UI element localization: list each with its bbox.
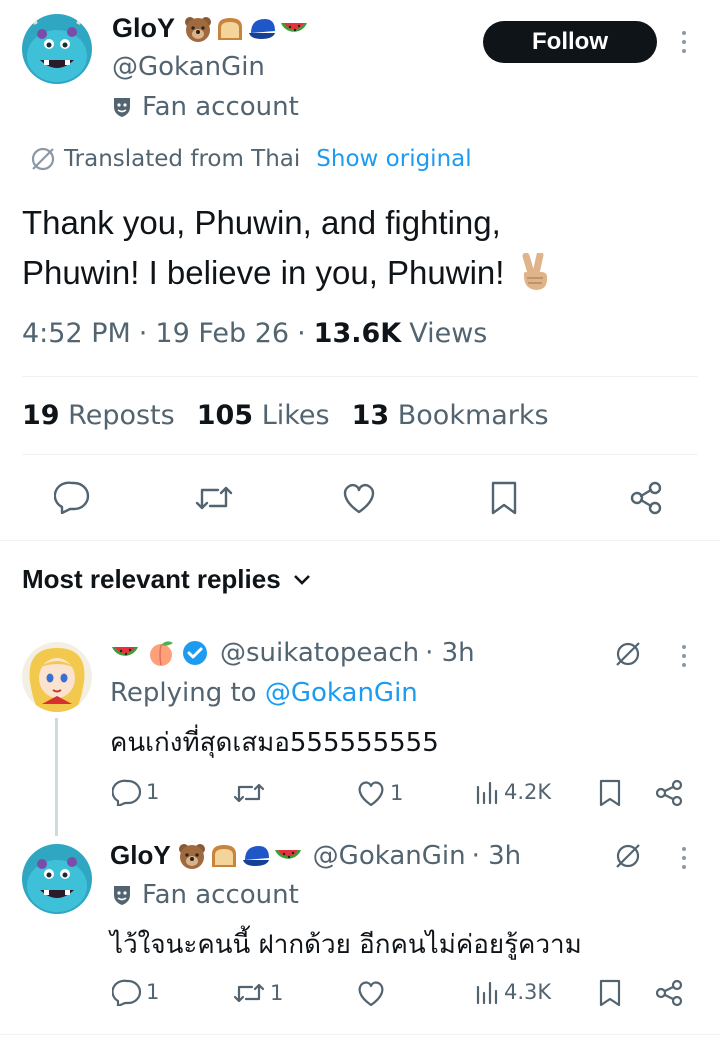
more-options-icon[interactable] [682,847,686,869]
fan-account-icon [114,98,130,117]
views-label: Views [409,318,488,349]
author-name[interactable]: GloY [112,13,175,44]
reply-like-button[interactable] [356,979,390,1007]
tweet-text-line2: Phuwin! I believe in you, Phuwin! [22,254,505,291]
reply-icon[interactable] [54,480,90,514]
views-icon [476,781,498,805]
tweet-meta: 4:52 PM · 19 Feb 26 · 13.6K Views [22,318,488,349]
divider [22,376,698,377]
replies-sort-dropdown[interactable]: Most relevant replies [22,564,311,595]
fan-account-label: Fan account [142,92,299,122]
reply-handle[interactable]: @GokanGin [313,841,466,871]
reply-like-button[interactable]: 1 [356,779,403,807]
peach-emoji-icon [150,641,173,666]
translate-icon[interactable] [614,842,642,870]
bread-emoji-icon [211,844,236,867]
divider [22,454,698,455]
more-options-icon[interactable] [682,645,686,667]
replying-to: Replying to @GokanGin [110,678,418,708]
thread-line [55,718,58,836]
translated-label: Translated from Thai [64,146,301,172]
tweet-time[interactable]: 4:52 PM [22,318,131,349]
section-divider [0,540,720,541]
cap-emoji-icon [249,18,276,39]
name-emoji-row [177,842,303,870]
section-divider [0,1034,720,1035]
reply-text: คนเก่งที่สุดเสมอ555555555 [110,728,439,758]
reply-icon [112,779,142,806]
reply-age[interactable]: · 3h [425,638,475,668]
repost-icon[interactable] [194,482,234,514]
like-icon [358,981,384,1007]
fan-account-icon [114,886,130,905]
more-options-icon[interactable] [682,31,686,53]
bear-emoji-icon [185,16,212,42]
share-icon[interactable] [654,978,684,1008]
reply-text: ไว้ใจนะคนนี้ ฝากด้วย อีกคนไม่ค่อยรู้ความ [110,930,582,960]
likes-stat[interactable]: 105 Likes [197,400,330,431]
reply-reply-button[interactable]: 1 [112,778,159,806]
follow-button[interactable]: Follow [483,21,657,63]
cap-emoji-icon [242,845,269,866]
views-count: 13.6K [313,318,402,349]
repost-icon [233,783,265,803]
reply-icon [112,979,142,1006]
bookmarks-stat[interactable]: 13 Bookmarks [352,400,549,431]
reply-views-button[interactable]: 4.3K [474,979,551,1005]
tweet-text-line1: Thank you, Phuwin, and fighting, [22,204,501,241]
tweet-action-bar [0,478,720,518]
translate-icon [31,147,55,171]
reply-handle[interactable]: @suikatopeach [220,638,419,668]
repost-icon [233,983,265,1003]
reposts-stat[interactable]: 19 Reposts [22,400,175,431]
replying-to-handle[interactable]: @GokanGin [265,678,418,708]
author-avatar[interactable] [22,14,92,84]
tweet-stats: 19 Reposts 105 Likes 13 Bookmarks [22,400,549,431]
bear-emoji-icon [178,843,205,869]
reply-avatar[interactable] [22,642,92,712]
reply-author-name[interactable]: GloY [110,840,171,871]
reply-reply-button[interactable]: 1 [112,978,159,1006]
share-icon[interactable] [628,480,664,516]
reply-age[interactable]: · 3h [472,841,522,871]
name-emoji-row [183,15,309,43]
reply-repost-button[interactable] [232,780,270,806]
views-icon [476,981,498,1005]
share-icon[interactable] [654,778,684,808]
watermelon-emoji-icon [274,849,301,859]
verified-icon [183,641,207,665]
bookmark-icon[interactable] [597,978,623,1008]
reply-repost-button[interactable]: 1 [232,980,283,1006]
tweet-date[interactable]: 19 Feb 26 [155,318,289,349]
victory-hand-emoji-icon [522,253,548,290]
translate-icon[interactable] [614,640,642,668]
bread-emoji-icon [218,17,243,40]
tweet-text: Thank you, Phuwin, and fighting, Phuwin!… [22,198,552,298]
reply-avatar[interactable] [22,844,92,914]
replies-header: Most relevant replies [22,564,281,594]
bookmark-icon[interactable] [489,480,519,516]
fan-account-label: Fan account [142,880,299,910]
author-handle[interactable]: @GokanGin [112,52,265,82]
like-icon [358,781,384,807]
watermelon-emoji-icon [112,647,138,656]
watermelon-emoji-icon [281,22,308,32]
like-icon[interactable] [341,481,377,515]
show-original-link[interactable]: Show original [316,146,471,172]
chevron-down-icon [293,574,310,585]
bookmark-icon[interactable] [597,778,623,808]
reply-views-button[interactable]: 4.2K [474,779,551,805]
